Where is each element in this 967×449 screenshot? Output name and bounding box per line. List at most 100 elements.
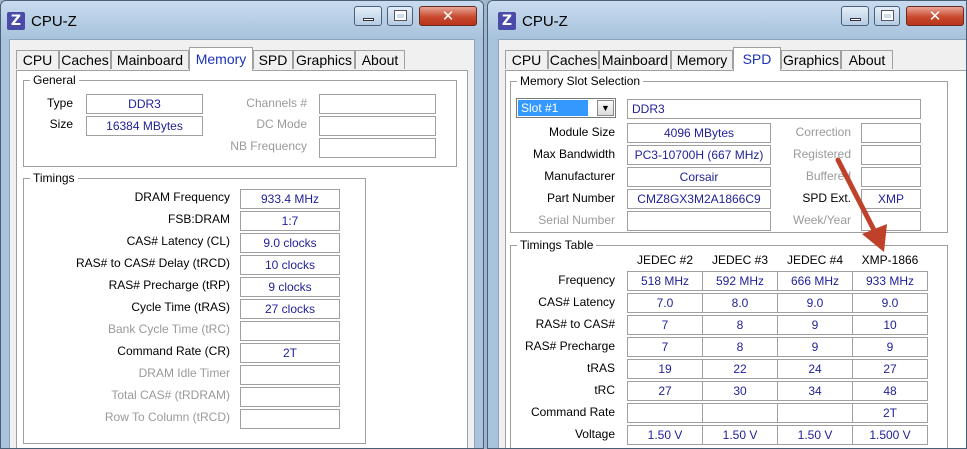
- table-cell: 24: [777, 359, 853, 379]
- table-cell: 34: [777, 381, 853, 401]
- cpuz-app-icon: Z: [498, 12, 516, 30]
- tab-cpu[interactable]: CPU: [505, 50, 548, 69]
- close-icon: ✕: [441, 7, 455, 25]
- table-cell: 666 MHz: [777, 271, 853, 291]
- window-title: CPU-Z: [31, 13, 77, 30]
- slot-select[interactable]: Slot #1 ▼: [516, 98, 616, 118]
- buffered-value: [861, 167, 921, 187]
- tab-spd[interactable]: SPD: [733, 47, 781, 71]
- table-cell: 9.0: [777, 293, 853, 313]
- type-label: Type: [46, 96, 73, 110]
- chevron-down-icon[interactable]: ▼: [597, 100, 614, 116]
- tab-caches[interactable]: Caches: [548, 50, 599, 69]
- manufacturer-label: Manufacturer: [544, 169, 615, 183]
- manufacturer-value: Corsair: [627, 167, 771, 187]
- table-cell: 1.50 V: [702, 425, 778, 445]
- general-legend: General: [30, 73, 79, 87]
- table-cell: [777, 403, 853, 423]
- tab-about[interactable]: About: [841, 50, 893, 69]
- row-label: tRAS: [586, 361, 615, 375]
- minimize-icon: [363, 18, 374, 21]
- window-client: CPU Caches Mainboard Memory SPD Graphics…: [9, 39, 475, 448]
- table-cell: 7.0: [627, 293, 703, 313]
- table-cell: 933 MHz: [852, 271, 928, 291]
- timings-group: Timings DRAM Frequency 933.4 MHz FSB:DRA…: [23, 171, 366, 444]
- max-bandwidth-label: Max Bandwidth: [532, 147, 615, 161]
- serial-number-value: [627, 211, 771, 231]
- column-header: JEDEC #4: [786, 253, 844, 267]
- tab-mainboard[interactable]: Mainboard: [111, 50, 189, 69]
- timing-label: RAS# Precharge (tRP): [108, 278, 230, 292]
- channels-label: Channels #: [246, 96, 307, 110]
- table-cell: [702, 403, 778, 423]
- cpuz-window-memory: Z CPU-Z ✕ CPU Caches Mainboard Memory SP…: [0, 0, 484, 449]
- module-size-label: Module Size: [548, 125, 615, 139]
- table-cell: 19: [627, 359, 703, 379]
- timing-label: DRAM Frequency: [134, 190, 230, 204]
- timing-value: [240, 321, 340, 341]
- spd-panel: Memory Slot Selection Slot #1 ▼ DDR3 Mod…: [505, 70, 966, 448]
- dcmode-value: [319, 116, 436, 136]
- table-cell: 9: [777, 315, 853, 335]
- table-cell: 8.0: [702, 293, 778, 313]
- maximize-button[interactable]: [874, 6, 900, 26]
- timing-label: Command Rate (CR): [117, 344, 230, 358]
- slot-selection-group: Memory Slot Selection Slot #1 ▼ DDR3 Mod…: [510, 74, 948, 233]
- week-year-label: Week/Year: [792, 213, 851, 227]
- table-cell: 9: [852, 337, 928, 357]
- window-title: CPU-Z: [522, 13, 568, 30]
- timing-value: 27 clocks: [240, 299, 340, 319]
- tab-graphics[interactable]: Graphics: [781, 50, 841, 69]
- slot-selected-value: Slot #1: [518, 100, 588, 116]
- tab-mainboard[interactable]: Mainboard: [599, 50, 671, 69]
- tab-memory[interactable]: Memory: [671, 50, 733, 69]
- minimize-button[interactable]: [354, 6, 382, 26]
- table-cell: 9: [777, 337, 853, 357]
- minimize-icon: [850, 18, 861, 21]
- timings-table-legend: Timings Table: [517, 238, 597, 252]
- table-cell: 10: [852, 315, 928, 335]
- cpuz-window-spd: Z CPU-Z ✕ CPU Caches Mainboard Memory SP…: [487, 0, 967, 449]
- slot-selection-legend: Memory Slot Selection: [517, 74, 644, 88]
- correction-value: [861, 123, 921, 143]
- serial-number-label: Serial Number: [538, 213, 615, 227]
- timing-value: [240, 387, 340, 407]
- maximize-button[interactable]: [387, 6, 413, 26]
- table-cell: 27: [852, 359, 928, 379]
- minimize-button[interactable]: [841, 6, 869, 26]
- tab-about[interactable]: About: [355, 50, 405, 69]
- timing-label: CAS# Latency (CL): [126, 234, 230, 248]
- memory-panel: General Type DDR3 Size 16384 MBytes Chan…: [16, 70, 468, 448]
- timing-value: 1:7: [240, 211, 340, 231]
- tab-graphics[interactable]: Graphics: [293, 50, 355, 69]
- row-label: Command Rate: [530, 405, 615, 419]
- row-label: RAS# to CAS#: [535, 317, 615, 331]
- table-cell: 592 MHz: [702, 271, 778, 291]
- nbfreq-label: NB Frequency: [230, 139, 307, 153]
- max-bandwidth-value: PC3-10700H (667 MHz): [627, 145, 771, 165]
- tab-memory[interactable]: Memory: [189, 47, 253, 71]
- registered-value: [861, 145, 921, 165]
- tab-caches[interactable]: Caches: [59, 50, 111, 69]
- timing-value: 933.4 MHz: [240, 189, 340, 209]
- timings-legend: Timings: [30, 171, 78, 185]
- tab-cpu[interactable]: CPU: [16, 50, 59, 69]
- row-label: tRC: [594, 383, 615, 397]
- table-cell: 2T: [852, 403, 928, 423]
- table-cell: 8: [702, 337, 778, 357]
- close-button[interactable]: ✕: [906, 6, 964, 26]
- part-number-value: CMZ8GX3M2A1866C9: [627, 189, 771, 209]
- spd-ext-value: XMP: [861, 189, 921, 209]
- timing-label: FSB:DRAM: [167, 212, 230, 226]
- close-button[interactable]: ✕: [419, 6, 477, 26]
- correction-label: Correction: [795, 125, 851, 139]
- table-cell: 518 MHz: [627, 271, 703, 291]
- timing-value: 10 clocks: [240, 255, 340, 275]
- title-bar[interactable]: Z CPU-Z ✕: [1, 1, 483, 39]
- title-bar[interactable]: Z CPU-Z ✕: [488, 1, 966, 39]
- table-cell: 7: [627, 315, 703, 335]
- tab-spd[interactable]: SPD: [253, 50, 293, 69]
- column-header: JEDEC #3: [711, 253, 769, 267]
- window-client: CPU Caches Mainboard Memory SPD Graphics…: [498, 39, 966, 448]
- table-cell: 7: [627, 337, 703, 357]
